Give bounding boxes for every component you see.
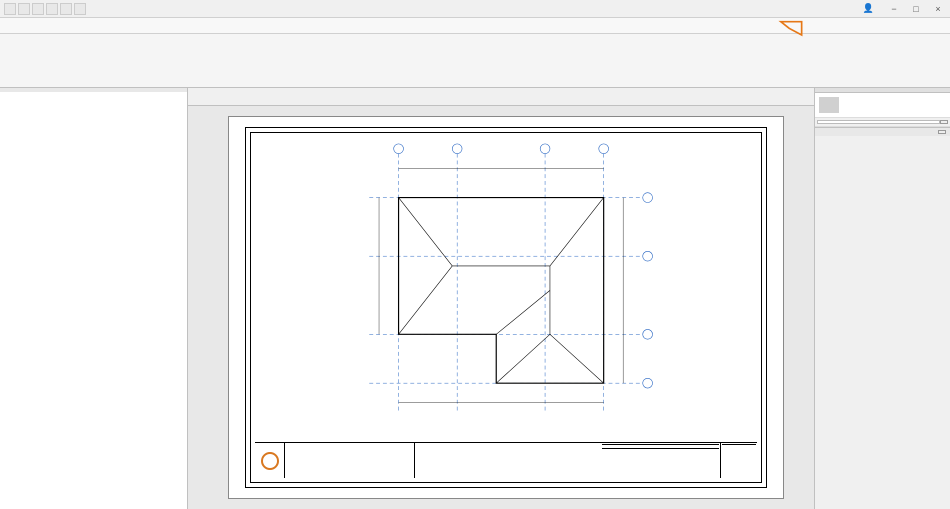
minimize-button[interactable]: −	[886, 2, 902, 16]
maximize-button[interactable]: □	[908, 2, 924, 16]
drawing-viewport[interactable]	[281, 139, 731, 432]
properties-instance-selector[interactable]	[817, 120, 940, 124]
roof-plan-svg	[281, 139, 731, 432]
canvas-area	[188, 88, 814, 509]
qat-icon[interactable]	[74, 3, 86, 15]
sheet-icon	[819, 97, 839, 113]
sheet-paper[interactable]	[228, 116, 784, 499]
document-tabs	[188, 88, 814, 106]
titleblock-project	[601, 443, 721, 478]
user-icon[interactable]: 👤	[863, 3, 874, 14]
properties-type-selector[interactable]	[815, 93, 950, 118]
title-bar: 👤 − □ ×	[0, 0, 950, 18]
quick-access-toolbar	[4, 3, 86, 15]
titleblock-number	[721, 443, 757, 478]
titleblock-company	[285, 443, 415, 478]
titleblock	[255, 442, 757, 478]
project-browser-tree	[0, 92, 187, 94]
brand-logo	[710, 20, 810, 60]
qat-icon[interactable]	[60, 3, 72, 15]
qat-icon[interactable]	[18, 3, 30, 15]
project-browser	[0, 88, 188, 509]
edit-type-button[interactable]	[940, 120, 948, 124]
qat-icon[interactable]	[32, 3, 44, 15]
qat-icon[interactable]	[4, 3, 16, 15]
properties-panel	[814, 88, 950, 509]
titleblock-signatures	[415, 443, 601, 478]
qat-icon[interactable]	[46, 3, 58, 15]
titleblock-logo	[255, 443, 285, 478]
apply-button[interactable]	[938, 130, 946, 134]
close-button[interactable]: ×	[930, 2, 946, 16]
